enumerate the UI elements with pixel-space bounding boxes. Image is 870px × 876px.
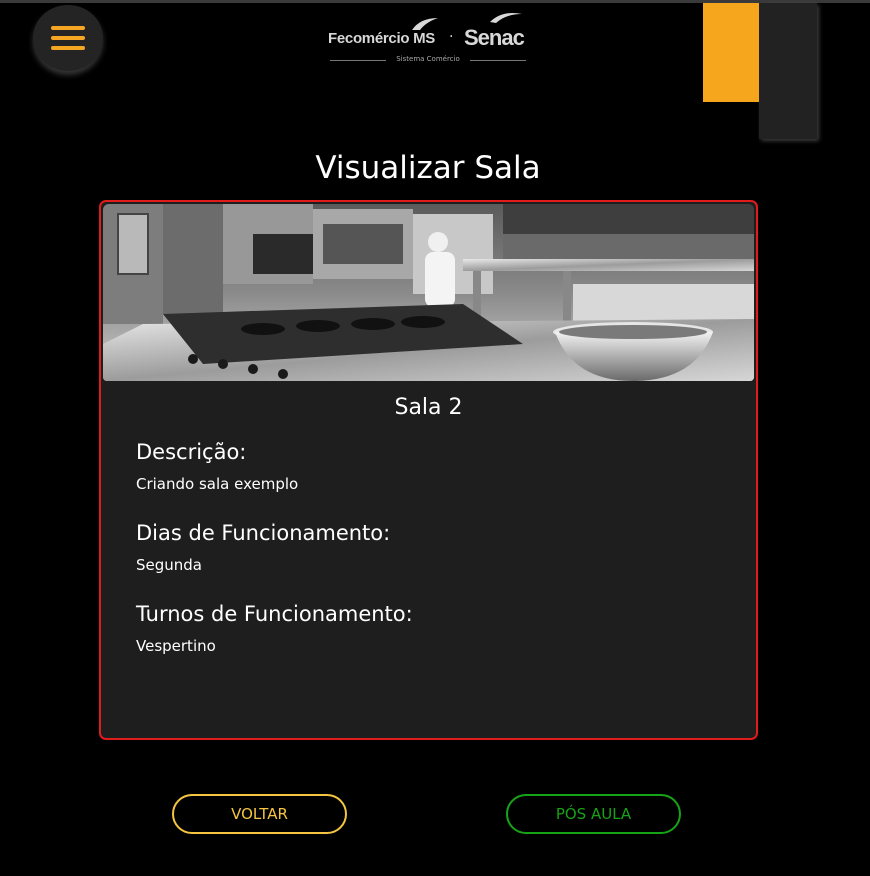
post-class-button[interactable]: PÓS AULA <box>506 794 681 834</box>
decorative-block-dark <box>759 3 817 139</box>
room-card: Sala 2 Descrição: Criando sala exemplo D… <box>99 200 758 740</box>
description-value: Criando sala exemplo <box>136 475 299 493</box>
days-label: Dias de Funcionamento: <box>136 521 391 545</box>
logo-senac-swoosh-icon <box>490 13 522 23</box>
shifts-label: Turnos de Funcionamento: <box>136 602 413 626</box>
description-label: Descrição: <box>136 440 247 464</box>
logo-wing-icon <box>412 18 438 30</box>
brand-logo: Fecomércio MS · Senac Sistema Comércio <box>328 8 528 66</box>
days-value: Segunda <box>136 556 202 574</box>
logo-fecomercio: Fecomércio MS <box>328 30 435 47</box>
decorative-block-yellow <box>703 3 759 102</box>
menu-button[interactable] <box>33 5 103 71</box>
room-name: Sala 2 <box>394 395 463 420</box>
page-title: Visualizar Sala <box>315 150 541 186</box>
room-image <box>103 204 754 381</box>
logo-senac: Senac <box>464 25 525 50</box>
hamburger-menu-icon <box>51 26 85 50</box>
logo-tagline: Sistema Comércio <box>396 55 460 63</box>
back-button[interactable]: VOLTAR <box>172 794 347 834</box>
logo-rule-right <box>470 60 526 61</box>
logo-separator: · <box>449 29 454 45</box>
shifts-value: Vespertino <box>136 637 216 655</box>
